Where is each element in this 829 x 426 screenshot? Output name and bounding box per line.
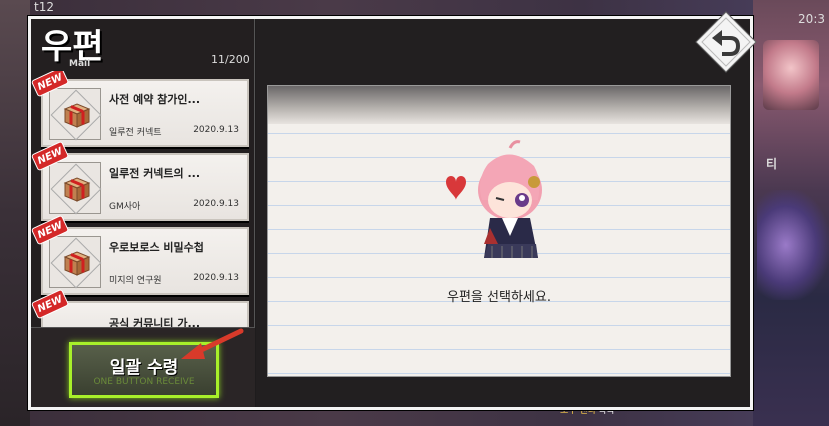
bulk-receive-sublabel: ONE BUTTON RECEIVE (93, 377, 195, 387)
background-side-text: 티 (765, 157, 777, 171)
magic-effect (757, 190, 829, 300)
mail-sender: 미지의 연구원 (109, 276, 162, 286)
mail-list[interactable]: NEW 사전 예약 참가인... 일루전 커넥트 2020.9.13 NEW 일… (31, 71, 255, 327)
status-left: t12 (34, 0, 54, 14)
pointer-arrow-icon (181, 328, 244, 359)
gift-box-icon (63, 177, 91, 202)
mail-sender: GM사아 (109, 202, 141, 212)
mail-date: 2020.9.13 (193, 125, 239, 135)
mail-date: 2020.9.13 (193, 273, 239, 283)
empty-selection-prompt: 우편을 선택하세요. (447, 290, 551, 305)
list-item[interactable]: NEW 공식 커뮤니티 가... (31, 288, 249, 327)
new-badge: NEW (31, 288, 70, 320)
mail-title: 사전 예약 참가인... (109, 93, 201, 106)
character-portrait (763, 40, 819, 110)
background-left-strip (0, 0, 30, 426)
mail-paper: 우편을 선택하세요. (267, 85, 731, 377)
mailbox-modal: 우편 Mail 11/200 NEW 사전 예약 참가인... 일루전 커넥트 … (28, 16, 753, 410)
mail-count: 11/200 (211, 53, 250, 66)
mascot-character (446, 140, 542, 258)
background-right-strip (753, 0, 829, 426)
mail-icon-frame (49, 236, 102, 289)
list-item[interactable]: NEW 사전 예약 참가인... 일루전 커넥트 2020.9.13 (31, 71, 249, 147)
gift-box-icon (63, 103, 91, 128)
gift-box-icon (63, 251, 91, 276)
page-subtitle: Mail (69, 59, 91, 69)
mail-icon-frame (49, 162, 102, 215)
mail-date: 2020.9.13 (193, 199, 239, 209)
status-clock: 20:3 (798, 12, 825, 26)
paper-header-shadow (268, 86, 730, 124)
mail-sender: 일루전 커넥트 (109, 128, 162, 138)
mail-detail-panel: 우편을 선택하세요. (256, 19, 750, 407)
list-item[interactable]: NEW 우로보로스 비밀수첩 미지의 연구원 2020.9.13 (31, 214, 249, 295)
mail-list-panel: 우편 Mail 11/200 NEW 사전 예약 참가인... 일루전 커넥트 … (31, 19, 255, 407)
mail-title: 일루전 커넥트의 ... (109, 167, 201, 180)
back-arrow-icon[interactable] (694, 10, 758, 74)
mail-title: 우로보로스 비밀수첩 (109, 241, 204, 254)
mail-icon-frame (49, 88, 102, 141)
list-item[interactable]: NEW 일루전 커넥트의 ... GM사아 2020.9.13 (31, 140, 249, 221)
